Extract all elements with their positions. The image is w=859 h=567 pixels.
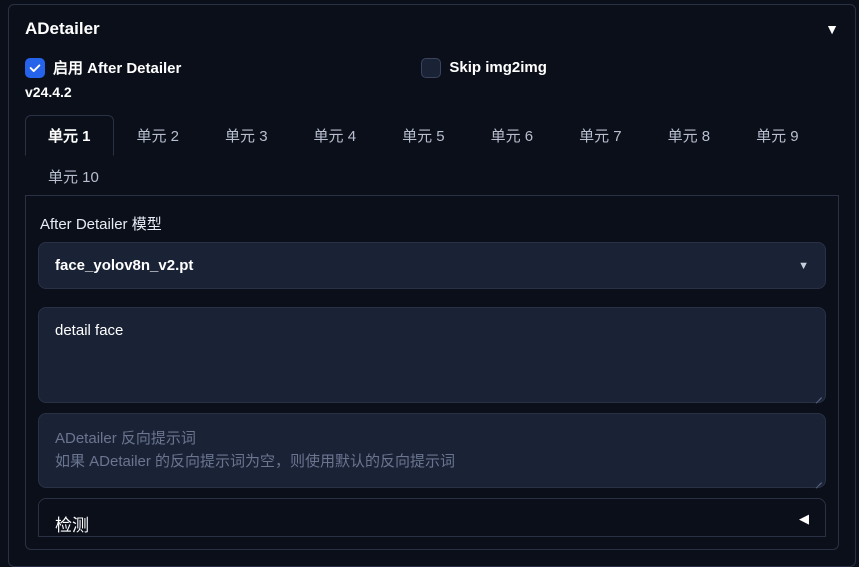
tab-unit-9[interactable]: 单元 9 bbox=[733, 115, 822, 156]
enable-checkbox-item[interactable]: 启用 After Detailer bbox=[25, 57, 181, 78]
tab-unit-7[interactable]: 单元 7 bbox=[556, 115, 645, 156]
skip-checkbox[interactable] bbox=[421, 58, 441, 78]
tab-unit-3[interactable]: 单元 3 bbox=[202, 115, 291, 156]
expand-left-icon[interactable]: ◀ bbox=[799, 511, 809, 527]
negative-placeholder-line2: 如果 ADetailer 的反向提示词为空，则使用默认的反向提示词 bbox=[55, 451, 809, 474]
prompt-value: detail face bbox=[55, 322, 123, 339]
model-select-value: face_yolov8n_v2.pt bbox=[55, 257, 193, 274]
tab-content: After Detailer 模型 face_yolov8n_v2.pt ▼ d… bbox=[25, 195, 839, 550]
collapse-icon[interactable]: ▼ bbox=[825, 21, 839, 37]
skip-checkbox-item[interactable]: Skip img2img bbox=[421, 58, 547, 78]
skip-label: Skip img2img bbox=[449, 59, 547, 76]
model-field-label: After Detailer 模型 bbox=[38, 211, 826, 242]
adetailer-panel: ADetailer ▼ 启用 After Detailer Skip img2i… bbox=[8, 4, 856, 567]
panel-body: 启用 After Detailer Skip img2img v24.4.2 单… bbox=[9, 47, 855, 566]
resize-handle-icon[interactable] bbox=[812, 389, 822, 399]
checkbox-row: 启用 After Detailer Skip img2img bbox=[25, 47, 839, 82]
detection-title: 检测 bbox=[55, 511, 89, 536]
enable-checkbox[interactable] bbox=[25, 58, 45, 78]
resize-handle-icon[interactable] bbox=[812, 474, 822, 484]
tab-unit-4[interactable]: 单元 4 bbox=[291, 115, 380, 156]
version-label: v24.4.2 bbox=[25, 82, 839, 114]
chevron-down-icon: ▼ bbox=[798, 260, 809, 272]
enable-label: 启用 After Detailer bbox=[53, 57, 181, 78]
negative-placeholder-line1: ADetailer 反向提示词 bbox=[55, 428, 809, 451]
model-select[interactable]: face_yolov8n_v2.pt ▼ bbox=[38, 242, 826, 289]
tab-unit-6[interactable]: 单元 6 bbox=[468, 115, 557, 156]
detection-header[interactable]: 检测 ◀ bbox=[38, 498, 826, 537]
tab-unit-2[interactable]: 单元 2 bbox=[114, 115, 203, 156]
tab-unit-10[interactable]: 单元 10 bbox=[25, 156, 122, 196]
prompt-textarea[interactable]: detail face bbox=[38, 307, 826, 403]
tab-unit-8[interactable]: 单元 8 bbox=[645, 115, 734, 156]
tab-unit-1[interactable]: 单元 1 bbox=[25, 115, 114, 156]
panel-title: ADetailer bbox=[25, 19, 100, 39]
negative-prompt-textarea[interactable]: ADetailer 反向提示词 如果 ADetailer 的反向提示词为空，则使… bbox=[38, 413, 826, 488]
tab-unit-5[interactable]: 单元 5 bbox=[379, 115, 468, 156]
tabs-row: 单元 1 单元 2 单元 3 单元 4 单元 5 单元 6 单元 7 单元 8 … bbox=[25, 114, 839, 196]
panel-header[interactable]: ADetailer ▼ bbox=[9, 5, 855, 47]
